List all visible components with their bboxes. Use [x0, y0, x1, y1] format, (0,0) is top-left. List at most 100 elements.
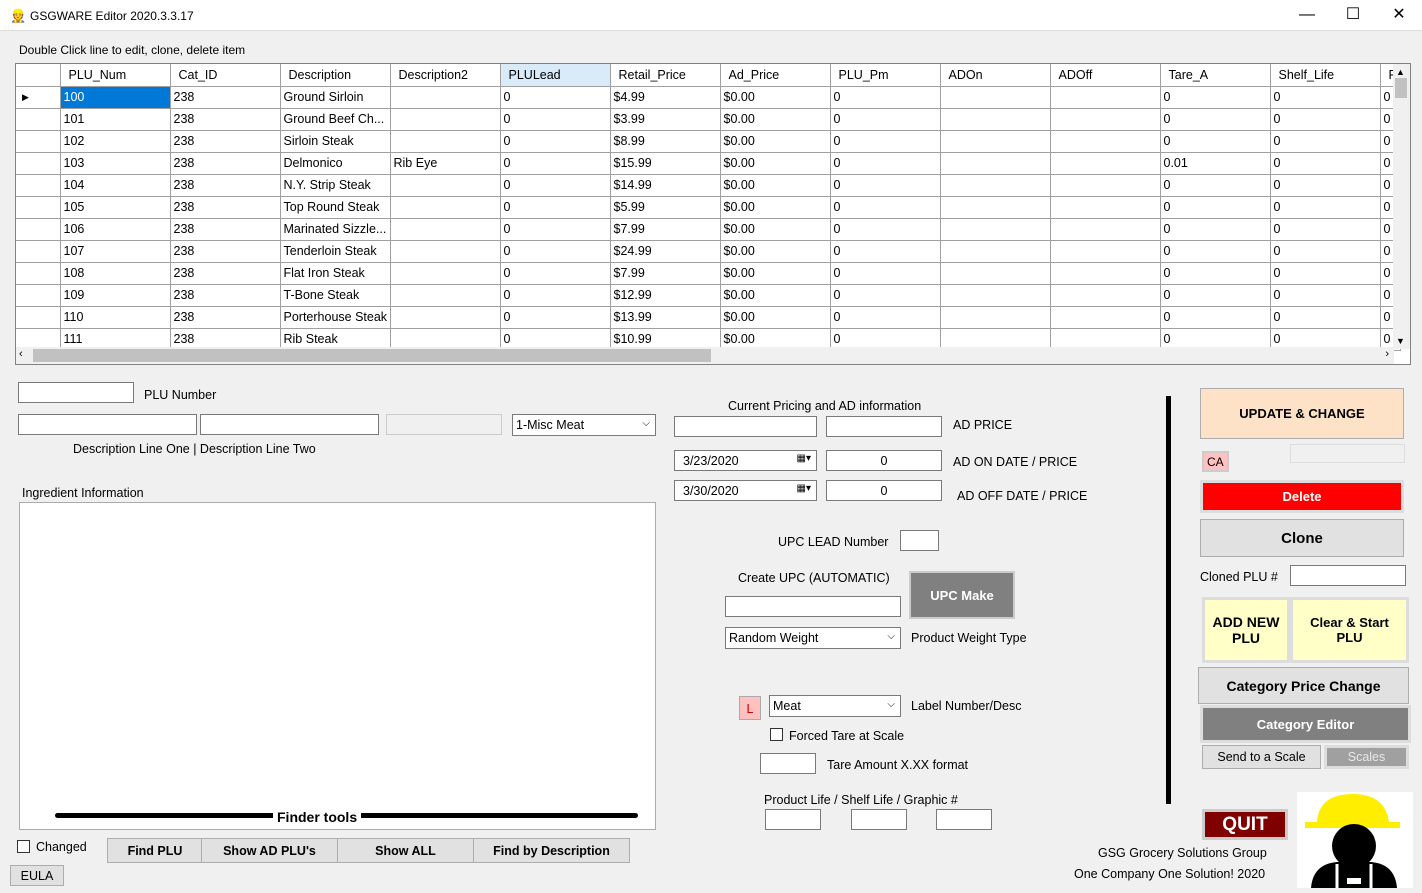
upc-lead-input[interactable] [900, 530, 939, 551]
description-line-one-input[interactable] [18, 414, 197, 435]
table-cell[interactable]: 0 [500, 284, 611, 307]
table-cell[interactable]: 0 [830, 196, 941, 219]
column-header[interactable]: PLULead [500, 64, 611, 87]
table-cell[interactable] [390, 108, 501, 131]
table-cell[interactable]: Ground Beef Ch... [280, 108, 391, 131]
table-cell[interactable] [940, 108, 1051, 131]
table-cell[interactable]: $7.99 [610, 218, 721, 241]
table-cell[interactable]: $14.99 [610, 174, 721, 197]
ca-button[interactable]: CA [1202, 451, 1229, 472]
column-header[interactable]: Description2 [390, 64, 501, 87]
table-row[interactable]: 108 238 Flat Iron Steak 0 $7.99 $0.00 0 0 0 0 [16, 262, 1401, 285]
table-row[interactable]: 107 238 Tenderloin Steak 0 $24.99 $0.00 0 0 0 0 [16, 240, 1401, 263]
table-cell[interactable]: Marinated Sizzle... [280, 218, 391, 241]
eula-button[interactable]: EULA [10, 865, 64, 886]
table-cell[interactable]: 100 [60, 86, 171, 109]
close-button[interactable]: ✕ [1376, 4, 1422, 28]
table-cell[interactable]: 0 [1160, 174, 1271, 197]
column-header[interactable]: Ad_Price [720, 64, 831, 87]
table-cell[interactable] [940, 174, 1051, 197]
table-cell[interactable]: 0 [500, 218, 611, 241]
table-cell[interactable] [1050, 218, 1161, 241]
table-cell[interactable]: 0 [830, 86, 941, 109]
table-cell[interactable]: 0 [1160, 130, 1271, 153]
show-all-button[interactable]: Show ALL [337, 838, 474, 863]
row-header[interactable] [16, 306, 61, 329]
table-cell[interactable]: Ground Sirloin [280, 86, 391, 109]
table-cell[interactable]: 0 [1270, 152, 1381, 175]
column-header[interactable]: Retail_Price [610, 64, 721, 87]
table-cell[interactable]: $0.00 [720, 240, 831, 263]
row-header[interactable] [16, 152, 61, 175]
table-cell[interactable]: 0 [830, 262, 941, 285]
table-cell[interactable]: 0 [1270, 174, 1381, 197]
clone-button[interactable]: Clone [1200, 519, 1404, 557]
row-header[interactable] [16, 196, 61, 219]
table-cell[interactable]: 0 [830, 174, 941, 197]
forced-tare-checkbox[interactable] [770, 728, 783, 741]
table-cell[interactable] [940, 284, 1051, 307]
column-header[interactable]: ADOn [940, 64, 1051, 87]
table-cell[interactable]: 238 [170, 152, 281, 175]
category-select[interactable]: 1-Misc Meat ⌵ [512, 414, 656, 436]
table-cell[interactable]: Flat Iron Steak [280, 262, 391, 285]
minimize-button[interactable]: — [1284, 4, 1330, 28]
table-cell[interactable]: 0 [500, 196, 611, 219]
table-cell[interactable] [1050, 196, 1161, 219]
table-row[interactable]: 102 238 Sirloin Steak 0 $8.99 $0.00 0 0 0 0 [16, 130, 1401, 153]
table-cell[interactable]: 238 [170, 306, 281, 329]
upc-input[interactable] [725, 596, 901, 617]
column-header[interactable]: PLU_Pm [830, 64, 941, 87]
table-cell[interactable]: $3.99 [610, 108, 721, 131]
table-cell[interactable] [1050, 108, 1161, 131]
table-cell[interactable]: $0.00 [720, 196, 831, 219]
table-cell[interactable]: 109 [60, 284, 171, 307]
label-select[interactable]: Meat ⌵ [769, 695, 901, 717]
table-cell[interactable]: 0 [500, 108, 611, 131]
table-cell[interactable]: Delmonico [280, 152, 391, 175]
table-cell[interactable]: $0.00 [720, 108, 831, 131]
row-header[interactable] [16, 218, 61, 241]
vertical-scrollbar[interactable]: ▲ ▼ [1393, 64, 1410, 349]
table-cell[interactable]: 106 [60, 218, 171, 241]
category-price-change-button[interactable]: Category Price Change [1198, 667, 1409, 704]
table-cell[interactable]: 104 [60, 174, 171, 197]
cloned-plu-input[interactable] [1290, 565, 1406, 586]
table-cell[interactable]: N.Y. Strip Steak [280, 174, 391, 197]
table-cell[interactable]: 0 [830, 130, 941, 153]
horizontal-scrollbar[interactable]: ‹ › [16, 347, 1394, 364]
row-header[interactable] [16, 108, 61, 131]
table-cell[interactable] [390, 86, 501, 109]
delete-button[interactable]: Delete [1200, 480, 1404, 513]
table-cell[interactable]: $5.99 [610, 196, 721, 219]
description-line-two-input[interactable] [200, 414, 379, 435]
table-cell[interactable]: Top Round Steak [280, 196, 391, 219]
ad-on-date-picker[interactable]: 3/23/2020 ▦▾ [674, 450, 817, 471]
table-cell[interactable]: $24.99 [610, 240, 721, 263]
calendar-icon[interactable]: ▦▾ [797, 483, 811, 494]
table-cell[interactable]: $0.00 [720, 86, 831, 109]
table-cell[interactable]: 238 [170, 86, 281, 109]
table-cell[interactable] [940, 240, 1051, 263]
table-cell[interactable] [940, 152, 1051, 175]
table-cell[interactable] [940, 306, 1051, 329]
table-cell[interactable]: Porterhouse Steak [280, 306, 391, 329]
table-cell[interactable]: $0.00 [720, 218, 831, 241]
upc-make-button[interactable]: UPC Make [909, 571, 1015, 619]
table-row[interactable]: ▶ 100 238 Ground Sirloin 0 $4.99 $0.00 0 0 0 0 [16, 86, 1401, 109]
column-header[interactable]: Shelf_Life [1270, 64, 1381, 87]
table-cell[interactable]: 103 [60, 152, 171, 175]
table-cell[interactable]: 238 [170, 262, 281, 285]
row-header[interactable]: ▶ [16, 86, 61, 109]
column-header[interactable]: Tare_A [1160, 64, 1271, 87]
table-cell[interactable]: 0 [1160, 284, 1271, 307]
table-cell[interactable]: $12.99 [610, 284, 721, 307]
table-cell[interactable] [1050, 284, 1161, 307]
table-cell[interactable]: $0.00 [720, 262, 831, 285]
table-cell[interactable]: $0.00 [720, 284, 831, 307]
table-cell[interactable]: 0 [1270, 196, 1381, 219]
table-cell[interactable]: Rib Eye [390, 152, 501, 175]
table-cell[interactable]: 0 [500, 130, 611, 153]
table-cell[interactable]: 238 [170, 218, 281, 241]
table-cell[interactable]: $0.00 [720, 306, 831, 329]
